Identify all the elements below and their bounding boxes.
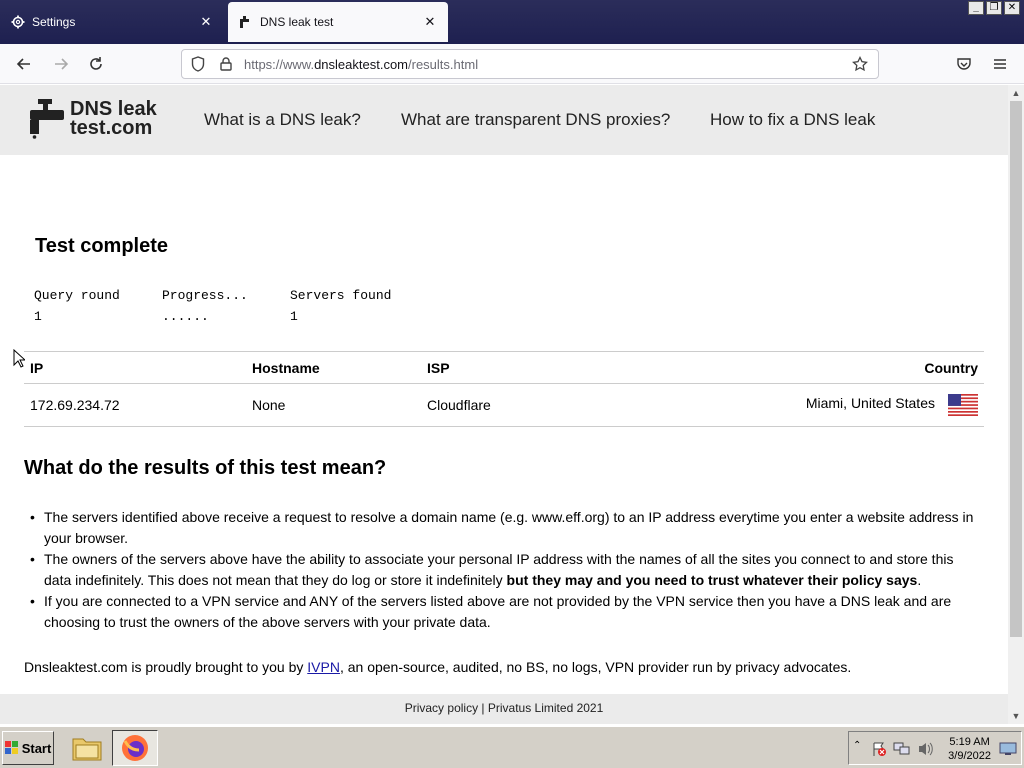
pocket-button[interactable]: [952, 52, 976, 76]
pocket-icon: [957, 58, 971, 70]
copyright-text: Privatus Limited 2021: [487, 701, 604, 715]
volume-icon[interactable]: [917, 741, 935, 757]
clock[interactable]: 5:19 AM 3/9/2022: [948, 735, 991, 763]
hostname-cell: None: [252, 397, 286, 413]
query-round-value: 1: [34, 309, 42, 324]
vertical-scrollbar[interactable]: ▲ ▼: [1008, 85, 1024, 724]
tab-label: DNS leak test: [260, 15, 334, 29]
tab-dns-leak-test[interactable]: DNS leak test ✕: [228, 2, 448, 42]
shield-icon[interactable]: [186, 52, 210, 76]
results-table: IP Hostname ISP Country 172.69.234.72 No…: [24, 351, 984, 427]
window-controls: _ ❐ ✕: [968, 1, 1020, 15]
test-status-heading: Test complete: [35, 235, 168, 257]
explanation-list: The servers identified above receive a r…: [30, 507, 980, 633]
file-explorer-button[interactable]: [64, 730, 110, 766]
faucet-icon: [238, 14, 254, 30]
start-button[interactable]: Start: [2, 731, 54, 765]
column-header-isp: ISP: [427, 360, 450, 376]
hamburger-menu-icon: [994, 59, 1006, 69]
forward-button[interactable]: [49, 52, 73, 76]
forward-arrow-icon: [55, 58, 69, 70]
table-row: 172.69.234.72 None Cloudflare Miami, Uni…: [24, 384, 984, 427]
scroll-up-icon[interactable]: ▲: [1008, 85, 1024, 101]
site-footer: Privacy policy | Privatus Limited 2021: [0, 694, 1008, 724]
network-icon[interactable]: [893, 741, 911, 757]
firefox-taskbar-button[interactable]: [112, 730, 158, 766]
clock-time: 5:19 AM: [949, 736, 990, 748]
close-icon[interactable]: ✕: [194, 14, 218, 30]
scroll-down-icon[interactable]: ▼: [1008, 708, 1024, 724]
show-hidden-icons-icon[interactable]: ⌃: [853, 740, 861, 751]
system-tray: ⌃ 5:19 AM 3/9/2022: [848, 731, 1022, 765]
table-header-row: IP Hostname ISP Country: [24, 352, 984, 384]
ivpn-link[interactable]: IVPN: [307, 659, 340, 675]
tab-strip: Settings ✕ DNS leak test ✕ _ ❐ ✕: [0, 0, 1024, 44]
web-page: DNS leak test.com What is a DNS leak? Wh…: [0, 85, 1008, 724]
column-header-hostname: Hostname: [252, 360, 320, 376]
list-item: The servers identified above receive a r…: [30, 507, 980, 549]
list-item: If you are connected to a VPN service an…: [30, 591, 980, 633]
back-button[interactable]: [12, 52, 36, 76]
nav-toolbar: https://www.dnsleaktest.com/results.html: [0, 44, 1024, 84]
progress-value: ......: [162, 309, 209, 324]
isp-cell: Cloudflare: [427, 397, 491, 413]
action-center-flag-icon[interactable]: [871, 741, 887, 757]
logo-text: DNS leak test.com: [70, 99, 157, 139]
progress-label: Progress...: [162, 288, 248, 303]
mouse-cursor-icon: [13, 349, 25, 368]
ip-cell: 172.69.234.72: [30, 397, 120, 413]
menu-button[interactable]: [988, 52, 1012, 76]
results-meaning-heading: What do the results of this test mean?: [24, 457, 387, 479]
list-item: The owners of the servers above have the…: [30, 549, 980, 591]
nav-link-transparent-dns-proxies[interactable]: What are transparent DNS proxies?: [401, 110, 670, 130]
tab-label: Settings: [32, 15, 76, 29]
star-icon[interactable]: [848, 52, 872, 76]
nav-link-what-is-dns-leak[interactable]: What is a DNS leak?: [204, 110, 361, 130]
column-header-country: Country: [924, 360, 978, 376]
firefox-icon: [122, 735, 148, 761]
scrollbar-thumb[interactable]: [1010, 101, 1022, 637]
minimize-button[interactable]: _: [968, 1, 984, 15]
nav-link-fix-dns-leak[interactable]: How to fix a DNS leak: [710, 110, 875, 130]
reload-icon: [90, 57, 102, 70]
servers-found-value: 1: [290, 309, 298, 324]
back-arrow-icon: [16, 58, 30, 70]
url-text[interactable]: https://www.dnsleaktest.com/results.html: [244, 57, 844, 72]
privacy-policy-link[interactable]: Privacy policy: [405, 701, 478, 715]
folder-icon: [72, 738, 102, 761]
credit-text: Dnsleaktest.com is proudly brought to yo…: [24, 659, 852, 675]
us-flag-icon: [948, 394, 978, 416]
url-bar[interactable]: https://www.dnsleaktest.com/results.html: [181, 49, 879, 79]
tab-settings[interactable]: Settings ✕: [0, 2, 224, 42]
logo-line-2: test.com: [70, 117, 153, 139]
windows-logo-icon: [4, 741, 18, 754]
country-cell: Miami, United States: [805, 395, 935, 411]
faucet-logo-icon: [30, 99, 64, 139]
restore-button[interactable]: ❐: [986, 1, 1002, 15]
clock-date: 3/9/2022: [948, 750, 991, 762]
taskbar: Start ⌃ 5:19 AM 3/9/2022: [0, 726, 1024, 768]
servers-found-label: Servers found: [290, 288, 392, 303]
close-window-button[interactable]: ✕: [1004, 1, 1020, 15]
lock-icon[interactable]: [214, 52, 238, 76]
start-label: Start: [21, 740, 52, 756]
show-desktop-icon[interactable]: [999, 741, 1017, 757]
close-icon[interactable]: ✕: [418, 14, 442, 30]
site-logo[interactable]: DNS leak test.com: [30, 99, 157, 139]
query-round-label: Query round: [34, 288, 120, 303]
gear-icon: [10, 14, 26, 30]
reload-button[interactable]: [84, 52, 108, 76]
site-header: DNS leak test.com What is a DNS leak? Wh…: [0, 85, 1008, 155]
column-header-ip: IP: [30, 360, 44, 376]
